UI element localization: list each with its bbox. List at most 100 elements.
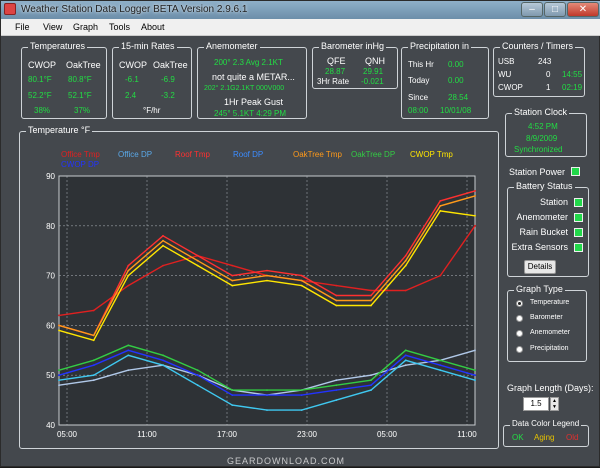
oaktree-dewpoint-value: 52.1°F [68,91,92,100]
legend-ok: OK [512,433,524,442]
menu-graph[interactable]: Graph [73,22,98,32]
precip-this-hr-value: 0.00 [448,60,464,69]
cwop-counter-label: CWOP [498,83,523,92]
oaktree-temp-rate: -6.9 [161,75,175,84]
qnh-label: QNH [365,56,385,66]
graph-type-panel: Graph Type Temperature Barometer Anemome… [507,284,587,362]
app-icon [4,3,16,15]
counters-title: Counters / Timers [500,41,576,51]
barometer-panel: Barometer inHg QFE QNH 28.87 29.91 3Hr R… [312,41,398,89]
battery-extra-label: Extra Sensors [511,242,568,252]
clock-time: 4:52 PM [528,122,558,131]
battery-anemometer-label: Anemometer [516,212,568,222]
precip-today-value: 0.00 [448,76,464,85]
wu-timer-value: 14:55 [562,70,583,79]
cwop-humidity-value: 38% [34,106,51,115]
qfe-label: QFE [327,56,346,66]
battery-rain-indicator [574,228,583,237]
battery-status-title: Battery Status [514,181,575,191]
cwop-temp-value: 80.1°F [28,75,52,84]
counters-panel: Counters / Timers USB 243 WU 0 14:55 CWO… [493,41,585,97]
oaktree-dewpoint-rate: -3.2 [161,91,175,100]
anemometer-title: Anemometer [204,41,260,51]
chart-title: Temperature °F [26,125,93,135]
details-button[interactable]: Details [524,260,556,274]
battery-anemometer-indicator [574,213,583,222]
precipitation-title: Precipitation in [408,41,472,51]
graph-type-anemometer-radio[interactable] [516,330,523,337]
rates-unit: °F/hr [143,106,161,115]
window-title: Weather Station Data Logger BETA Version… [21,4,248,15]
battery-rain-label: Rain Bucket [519,227,568,237]
precip-since-value: 28.54 [448,93,469,102]
peak-gust-value: 245° 5.1KT 4:29 PM [214,109,286,118]
wu-counter-value: 0 [546,70,551,79]
cwop-temp-rate: -6.1 [125,75,139,84]
wu-counter-label: WU [498,70,512,79]
clock-date: 8/9/2009 [526,134,558,143]
cwop-counter-value: 1 [546,83,551,92]
battery-extra-indicator [574,243,583,252]
rates-panel: 15-min Rates CWOP OakTree -6.1 -6.9 2.4 … [112,41,192,119]
cwop-timer-value: 02:19 [562,83,583,92]
usb-counter-value: 243 [538,57,552,66]
data-color-legend-title: Data Color Legend [510,419,582,428]
oaktree-humidity-value: 37% [74,106,91,115]
wind-direction-speed: 200° 2.3 Avg 2.1KT [214,58,283,67]
cwop-dewpoint-value: 52.2°F [28,91,52,100]
graph-type-temperature-label: Temperature [530,299,570,306]
temperatures-col-cwop: CWOP [28,60,56,70]
graph-type-temperature-radio[interactable] [516,300,523,307]
graph-length-input[interactable]: 1.5 [523,397,549,411]
station-power-label: Station Power [509,167,566,177]
metar-value: 202° 2.1G2.1KT 000V000 [204,85,285,92]
battery-status-panel: Battery Status Station Anemometer Rain B… [507,181,589,277]
anemometer-panel: Anemometer 200° 2.3 Avg 2.1KT not quite … [197,41,307,119]
graph-type-anemometer-label: Anemometer [530,329,571,336]
close-button[interactable]: ✕ [567,2,599,17]
oaktree-temp-value: 80.8°F [68,75,92,84]
maximize-button[interactable]: □ [544,2,566,17]
three-hr-rate-label: 3Hr Rate [317,77,350,86]
temperatures-col-oaktree: OakTree [66,60,101,70]
menu-about[interactable]: About [141,22,165,32]
cwop-dewpoint-rate: 2.4 [125,91,137,100]
clock-sync-status: Synchronized [514,145,563,154]
data-color-legend-panel: Data Color Legend OK Aging Old [503,419,589,447]
watermark-text: GEARDOWNLOAD.COM [227,456,346,466]
usb-counter-label: USB [498,57,515,66]
graph-type-barometer-radio[interactable] [516,315,523,322]
graph-length-label: Graph Length (Days): [507,383,594,393]
rates-title: 15-min Rates [119,41,177,51]
qnh-value: 29.91 [363,67,384,76]
precip-since-time: 08:00 [408,106,429,115]
menu-file[interactable]: File [15,22,30,32]
precip-since-date: 10/01/08 [440,106,472,115]
temperatures-title: Temperatures [28,41,88,51]
precip-today-label: Today [408,76,430,85]
qfe-value: 28.87 [325,67,346,76]
station-power-indicator [571,167,580,176]
precip-since-label: Since [408,93,429,102]
menu-bar: File View Graph Tools About [1,19,600,36]
graph-type-precipitation-label: Precipitation [530,345,569,352]
legend-old: Old [566,433,579,442]
graph-type-precipitation-radio[interactable] [516,346,523,353]
temperature-graph-panel: Temperature °F [19,125,499,449]
barometer-title: Barometer inHg [319,41,387,51]
app-window: Weather Station Data Logger BETA Version… [0,0,600,467]
legend-aging: Aging [534,433,555,442]
menu-view[interactable]: View [43,22,62,32]
metar-label: not quite a METAR... [212,72,295,82]
minimize-button[interactable]: – [521,2,543,17]
station-clock-panel: Station Clock 4:52 PM 8/9/2009 Synchroni… [505,107,587,157]
graph-length-spinner[interactable]: ▲ ▼ [550,397,559,411]
battery-station-indicator [574,198,583,207]
title-bar: Weather Station Data Logger BETA Version… [1,1,600,19]
menu-tools[interactable]: Tools [109,22,130,32]
rates-col-oaktree: OakTree [153,60,188,70]
three-hr-rate-value: -0.021 [361,77,384,86]
precip-this-hr-label: This Hr [408,60,434,69]
graph-type-title: Graph Type [514,284,565,294]
station-clock-title: Station Clock [512,107,570,117]
